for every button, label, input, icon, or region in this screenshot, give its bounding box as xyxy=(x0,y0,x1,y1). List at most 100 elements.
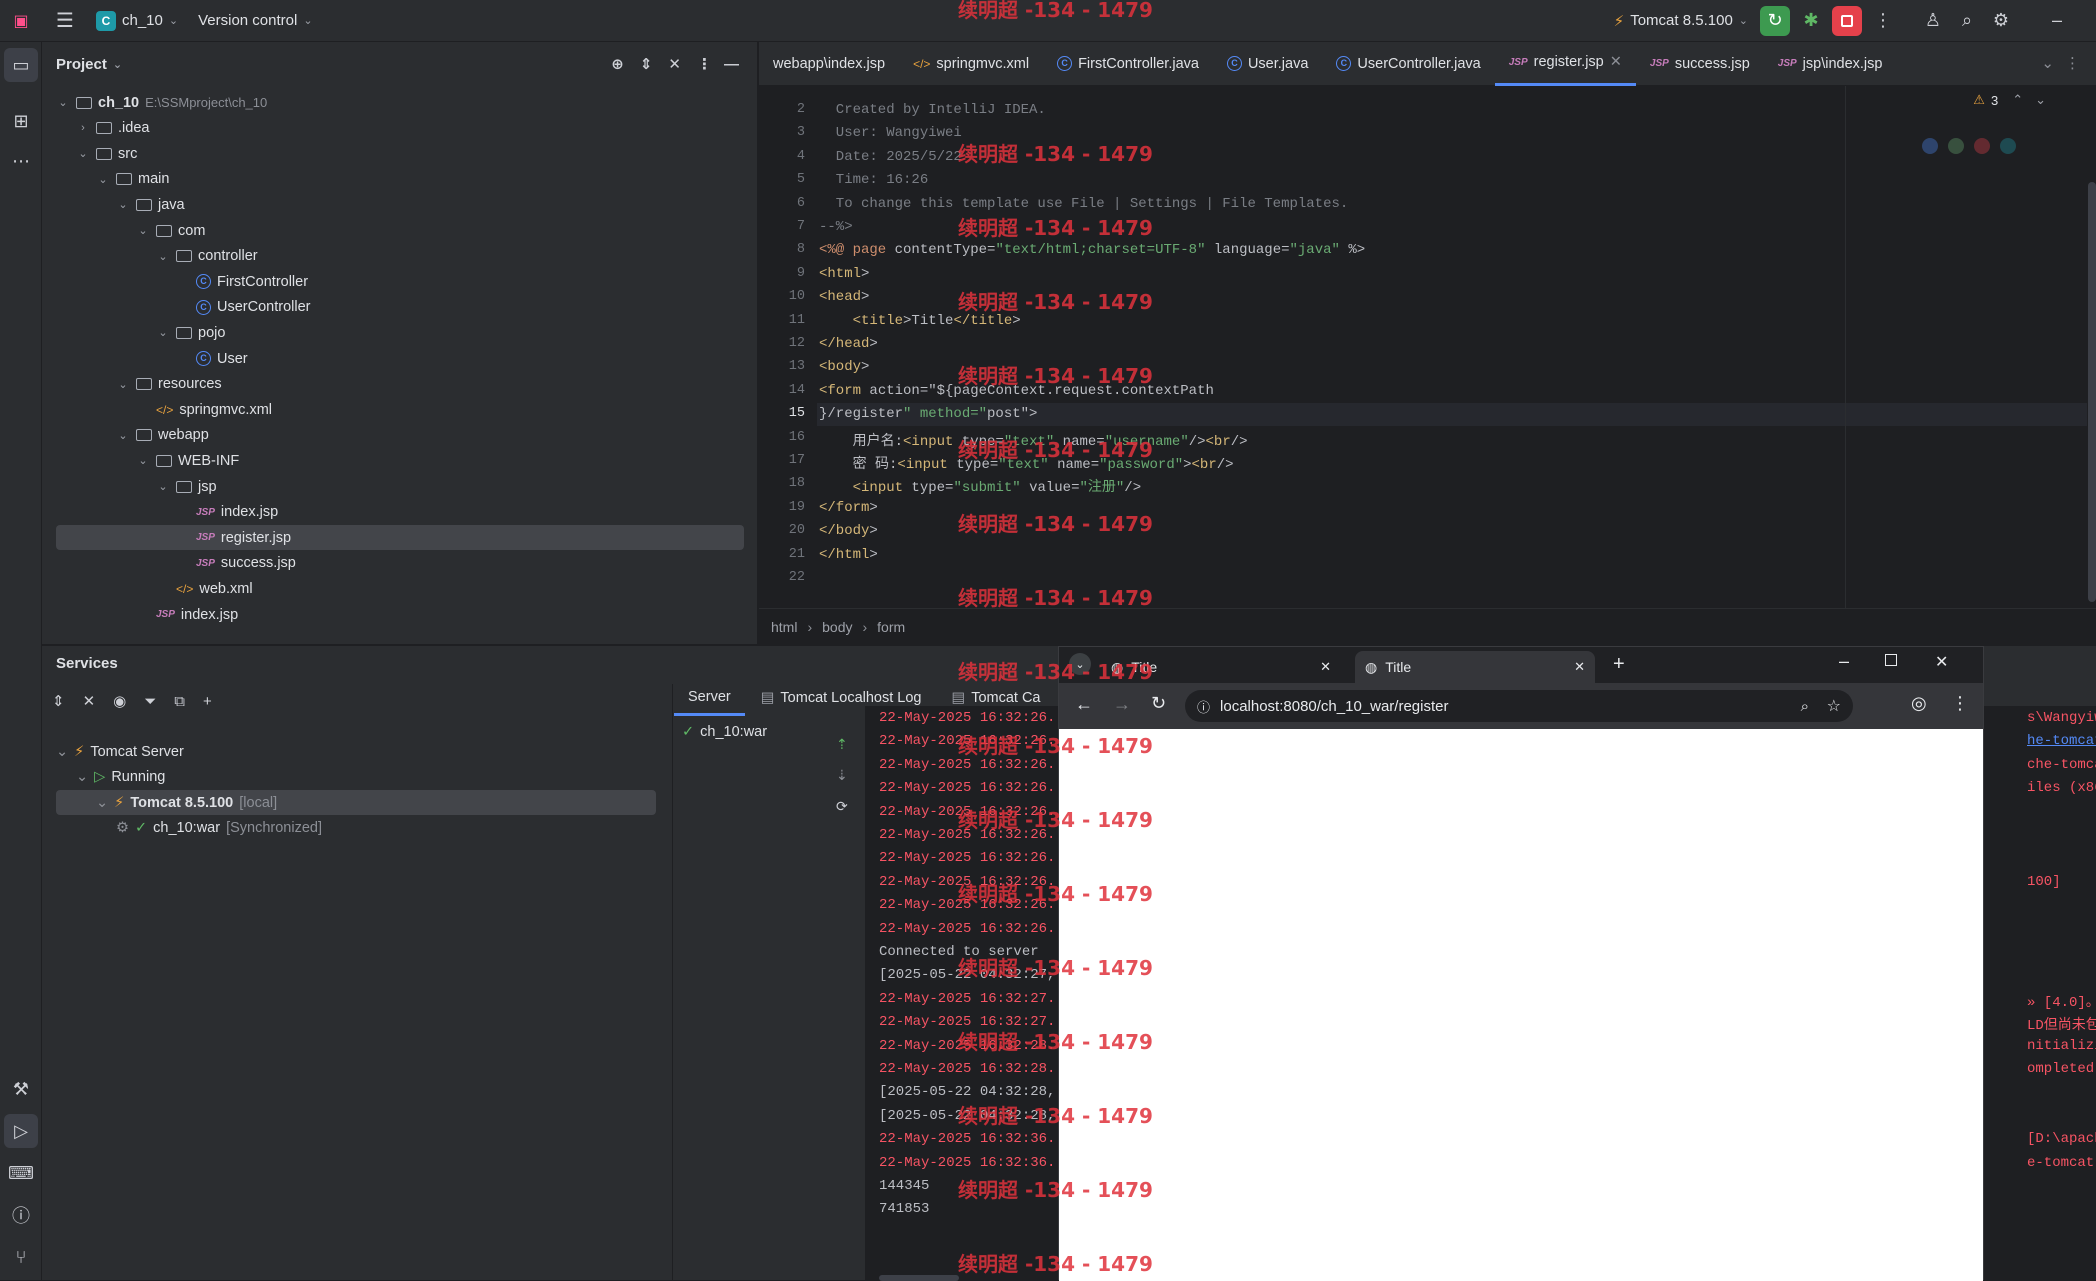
service-item[interactable]: ⚙ ✓ ch_10:war [Synchronized] xyxy=(116,816,322,841)
new-group-icon[interactable]: ⧉ xyxy=(174,693,185,710)
log-line-tail[interactable]: he-tomcat-8.5 xyxy=(2027,733,2096,749)
reload-icon[interactable]: ↻ xyxy=(1151,693,1166,714)
chevron-down-icon[interactable]: ⌄ xyxy=(116,378,130,391)
tree-item[interactable]: ⌄ jsp xyxy=(156,474,216,499)
locate-file-icon[interactable]: ⊕ xyxy=(611,55,624,73)
debug-icon[interactable]: ✱ xyxy=(1794,4,1828,38)
tree-item[interactable]: ⌄ webapp xyxy=(116,423,208,448)
chevron-right-icon[interactable]: › xyxy=(76,122,90,134)
editor-tab[interactable]: webapp\index.jsp xyxy=(759,42,899,86)
close-tab-icon[interactable]: ✕ xyxy=(1610,54,1622,70)
inspection-widget[interactable]: ⚠ 3 ⌃ ⌄ xyxy=(1973,92,2046,108)
tree-item[interactable]: › .idea xyxy=(76,116,149,141)
options-icon[interactable]: ⋮ xyxy=(697,55,712,73)
tree-item[interactable]: ⌄ src xyxy=(76,141,137,166)
chevron-down-icon[interactable]: ⌄ xyxy=(156,250,170,263)
maximize-window-icon[interactable] xyxy=(1885,654,1897,666)
git-branch-icon[interactable]: ⑂ xyxy=(4,1240,38,1274)
console-scrollbar[interactable] xyxy=(879,1275,959,1281)
tree-item[interactable]: ⌄ main xyxy=(96,167,169,192)
main-menu-icon[interactable]: ☰ xyxy=(48,4,82,38)
chevron-down-icon[interactable]: ⌄ xyxy=(113,58,122,71)
breadcrumb-item[interactable]: body xyxy=(822,619,852,635)
chevron-down-icon[interactable]: ⌄ xyxy=(2035,92,2046,108)
browser-tab-1[interactable]: ◍ Title ✕ xyxy=(1101,651,1341,683)
more-actions-icon[interactable]: ⋮ xyxy=(1866,4,1900,38)
tree-item[interactable]: </> web.xml xyxy=(156,576,253,601)
tree-item[interactable]: C User xyxy=(176,346,248,371)
chevron-down-icon[interactable]: ⌄ xyxy=(56,96,70,109)
tree-item[interactable]: C UserController xyxy=(176,295,310,320)
deployment-item[interactable]: ✓ ch_10:war xyxy=(682,719,767,744)
chevron-up-icon[interactable]: ⌃ xyxy=(2012,92,2023,108)
chevron-down-icon[interactable]: ⌄ xyxy=(76,769,88,785)
close-tab-icon[interactable]: ✕ xyxy=(1320,659,1331,675)
edge-icon[interactable] xyxy=(2000,138,2016,154)
view-options-icon[interactable]: ◉ xyxy=(113,692,126,710)
tree-item[interactable]: JSP success.jsp xyxy=(176,551,296,576)
chevron-down-icon[interactable]: ⌄ xyxy=(96,795,108,811)
more-tools-icon[interactable]: ⋯ xyxy=(4,144,38,178)
settings-gear-icon[interactable]: ⚙ xyxy=(1984,4,2018,38)
chevron-down-icon[interactable]: ⌄ xyxy=(56,744,68,760)
editor-tab[interactable]: </> springmvc.xml xyxy=(899,42,1043,86)
service-item[interactable]: ⌄ ⚡ Tomcat Server xyxy=(56,739,184,764)
forward-icon[interactable]: → xyxy=(1113,694,1131,715)
browser-viewport[interactable] xyxy=(1059,729,1983,1281)
expand-icon[interactable]: ⇕ xyxy=(52,692,65,710)
add-user-icon[interactable]: ♙ xyxy=(1916,4,1950,38)
breadcrumb-item[interactable]: form xyxy=(877,619,905,635)
chevron-down-icon[interactable]: ⌄ xyxy=(156,326,170,339)
back-icon[interactable]: ← xyxy=(1075,694,1093,715)
refresh-icon[interactable]: ⟳ xyxy=(836,798,848,815)
deploy-status-icon[interactable]: ⚙ xyxy=(116,820,129,836)
run-config-selector[interactable]: ⚡ Tomcat 8.5.100 ⌄ xyxy=(1606,12,1756,30)
tree-item[interactable]: JSP index.jsp xyxy=(176,500,278,525)
service-item[interactable]: ⌄ ⚡ Tomcat 8.5.100 [local] xyxy=(56,790,656,816)
expand-all-icon[interactable]: ⇕ xyxy=(640,55,653,73)
site-info-icon[interactable]: ⓘ xyxy=(1197,697,1210,716)
editor-tab[interactable]: JSP register.jsp ✕ xyxy=(1494,42,1636,86)
project-panel-title[interactable]: Project xyxy=(56,56,107,73)
collapse-icon[interactable]: ✕ xyxy=(83,692,96,710)
chevron-down-icon[interactable]: ⌄ xyxy=(116,429,130,442)
tree-item[interactable]: ⌄ controller xyxy=(156,244,257,269)
project-switcher[interactable]: C ch_10 ⌄ xyxy=(88,10,186,31)
chevron-down-icon[interactable]: ⌄ xyxy=(116,198,130,211)
editor-tab[interactable]: JSP jsp\index.jsp xyxy=(1764,42,1897,86)
tab-search-icon[interactable]: ⌄ xyxy=(1069,653,1091,675)
search-icon[interactable]: ⌕ xyxy=(1950,4,1984,38)
terminal-icon[interactable]: ⌨ xyxy=(4,1156,38,1190)
editor-tab[interactable]: C FirstController.java xyxy=(1043,42,1213,86)
tree-item[interactable]: ⌄ java xyxy=(116,192,184,217)
build-hammer-icon[interactable]: ⚒ xyxy=(4,1072,38,1106)
tree-item[interactable]: JSP register.jsp xyxy=(56,525,744,551)
editor-tab[interactable]: C User.java xyxy=(1213,42,1322,86)
chevron-down-icon[interactable]: ⌄ xyxy=(136,454,150,467)
tab-list-chevron-icon[interactable]: ⌄ xyxy=(2041,54,2054,72)
filter-icon[interactable]: ⏷ xyxy=(144,693,156,710)
chevron-down-icon[interactable]: ⌄ xyxy=(96,173,110,186)
tab-options-icon[interactable]: ⋮ xyxy=(2065,54,2080,72)
tree-item[interactable]: C FirstController xyxy=(176,269,308,294)
tree-item[interactable]: ⌄ resources xyxy=(116,372,221,397)
browser-menu-icon[interactable]: ⋮ xyxy=(1951,693,1969,714)
profile-icon[interactable]: ◎ xyxy=(1911,693,1927,714)
bookmark-star-icon[interactable]: ☆ xyxy=(1827,696,1841,716)
chevron-down-icon[interactable]: ⌄ xyxy=(136,224,150,237)
stop-icon[interactable] xyxy=(1832,5,1862,36)
problems-icon[interactable]: ⓘ xyxy=(4,1198,38,1232)
tab-server[interactable]: Server xyxy=(674,680,745,716)
chevron-down-icon[interactable]: ⌄ xyxy=(156,480,170,493)
services-icon[interactable]: ▷ xyxy=(4,1114,38,1148)
undeploy-icon[interactable]: ⇣ xyxy=(836,767,848,784)
editor-tab[interactable]: JSP success.jsp xyxy=(1636,42,1764,86)
hide-panel-icon[interactable]: — xyxy=(724,56,739,73)
editor-tab[interactable]: C UserController.java xyxy=(1322,42,1494,86)
tree-item[interactable]: ⌄ pojo xyxy=(156,320,225,345)
close-window-icon[interactable]: ✕ xyxy=(1935,652,1948,672)
deploy-icon[interactable]: ⇡ xyxy=(836,736,848,753)
safari-icon[interactable] xyxy=(1974,138,1990,154)
tree-item[interactable]: ⌄ ch_10 E:\SSMproject\ch_10 xyxy=(56,90,267,115)
firefox-icon[interactable] xyxy=(1948,138,1964,154)
